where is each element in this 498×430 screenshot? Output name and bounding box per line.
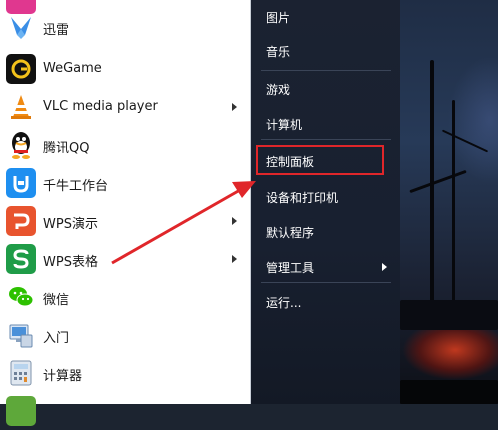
- annotation-arrow-icon: [111, 181, 256, 265]
